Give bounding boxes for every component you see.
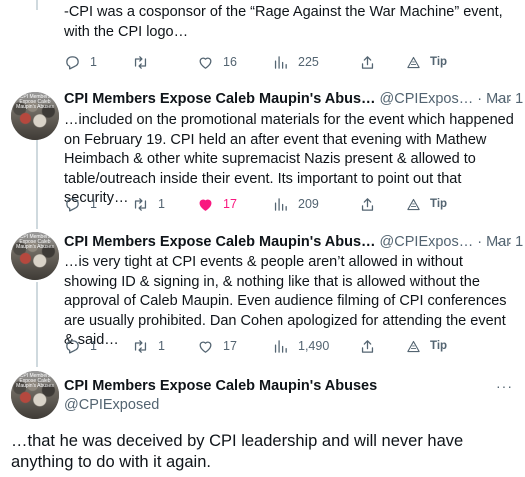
tip-icon — [407, 198, 420, 210]
share-icon — [361, 339, 374, 353]
author-handle[interactable]: @CPIExposed — [64, 397, 159, 413]
tweet-actions: 1 1 17 209 Tip — [64, 194, 514, 214]
views-icon — [274, 339, 287, 353]
tweet-focused[interactable]: CPI Members Expose Caleb Maupin's Abuses… — [0, 369, 525, 477]
more-icon[interactable]: ··· — [496, 378, 513, 394]
reply-icon — [66, 339, 79, 354]
avatar[interactable]: CPI Members Expose Caleb Maupin's Abuses — [11, 232, 59, 280]
heart-icon — [199, 341, 212, 353]
tip-button[interactable]: Tip — [406, 194, 447, 214]
reply-count: 1 — [90, 55, 97, 69]
share-button[interactable] — [359, 52, 376, 72]
retweet-icon — [134, 197, 147, 211]
tweet-header: CPI Members Expose Caleb Maupin's Abus… … — [64, 234, 523, 254]
avatar-caption: CPI Members Expose Caleb Maupin's Abuses — [16, 234, 54, 250]
share-button[interactable] — [359, 336, 376, 356]
views-count: 209 — [298, 197, 319, 211]
tweet-header: CPI Members Expose Caleb Maupin's Abus… … — [64, 91, 523, 111]
views-count: 225 — [298, 55, 319, 69]
more-icon[interactable]: ··· — [496, 91, 513, 107]
views-count: 1,490 — [298, 339, 330, 353]
share-icon — [361, 197, 374, 211]
tweet[interactable]: CPI Members Expose Caleb Maupin's Abuses… — [0, 84, 525, 229]
like-count: 16 — [223, 55, 237, 69]
reply-button[interactable]: 1 — [64, 52, 97, 72]
retweet-button[interactable] — [132, 52, 158, 72]
heart-icon — [199, 57, 212, 69]
views-button[interactable]: 225 — [272, 52, 319, 72]
share-icon — [361, 55, 374, 69]
views-button[interactable]: 209 — [272, 194, 319, 214]
tip-label: Tip — [430, 56, 448, 68]
retweet-icon — [134, 55, 147, 69]
tweet[interactable]: CPI Members Expose Caleb Maupin's Abuses… — [0, 229, 525, 369]
reply-button[interactable]: 1 — [64, 194, 97, 214]
like-count: 17 — [223, 339, 237, 353]
views-button[interactable]: 1,490 — [272, 336, 329, 356]
avatar[interactable]: CPI Members Expose Caleb Maupin's Abuses — [11, 371, 59, 419]
tip-label: Tip — [430, 340, 448, 352]
author-name[interactable]: CPI Members Expose Caleb Maupin's Abus… — [64, 91, 376, 107]
tweet-text: -CPI was a cosponsor of the “Rage Agains… — [64, 4, 503, 40]
reply-icon — [66, 55, 79, 70]
author-handle[interactable]: @CPIExpos… — [380, 91, 474, 107]
separator-dot: · — [477, 234, 483, 250]
more-icon[interactable]: ··· — [496, 234, 513, 250]
retweet-button[interactable]: 1 — [132, 194, 165, 214]
retweet-count: 1 — [158, 197, 165, 211]
like-count: 17 — [223, 197, 237, 211]
avatar[interactable]: CPI Members Expose Caleb Maupin's Abuses — [11, 92, 59, 140]
reply-count: 1 — [90, 339, 97, 353]
reply-count: 1 — [90, 197, 97, 211]
tweet-header: CPI Members Expose Caleb Maupin's Abuses — [64, 378, 377, 398]
avatar-caption: CPI Members Expose Caleb Maupin's Abuses — [16, 373, 54, 389]
retweet-button[interactable]: 1 — [132, 336, 165, 356]
author-handle[interactable]: @CPIExpos… — [380, 234, 474, 250]
tip-button[interactable]: Tip — [406, 336, 447, 356]
author-name[interactable]: CPI Members Expose Caleb Maupin's Abuses — [64, 378, 377, 394]
tweet-actions: 1 16 225 Tip — [64, 52, 514, 72]
like-button[interactable]: 17 — [197, 336, 237, 356]
tip-button[interactable]: Tip — [406, 52, 447, 72]
heart-icon — [199, 199, 212, 211]
retweet-icon — [134, 339, 147, 353]
avatar-caption: CPI Members Expose Caleb Maupin's Abuses — [16, 94, 54, 110]
tip-icon — [407, 56, 420, 68]
tweet-text: …that he was deceived by CPI leadership … — [11, 432, 464, 471]
retweet-count: 1 — [158, 339, 165, 353]
reply-button[interactable]: 1 — [64, 336, 97, 356]
views-icon — [274, 197, 287, 211]
tweet-top[interactable]: -CPI was a cosponsor of the “Rage Agains… — [0, 0, 525, 80]
like-button[interactable]: 17 — [197, 194, 237, 214]
like-button[interactable]: 16 — [197, 52, 237, 72]
tweet-actions: 1 1 17 1,490 Tip — [64, 336, 514, 356]
separator-dot: · — [477, 91, 483, 107]
author-name[interactable]: CPI Members Expose Caleb Maupin's Abus… — [64, 234, 376, 250]
tip-icon — [407, 340, 420, 352]
reply-icon — [66, 197, 79, 212]
views-icon — [274, 55, 287, 69]
share-button[interactable] — [359, 194, 376, 214]
tip-label: Tip — [430, 198, 448, 210]
